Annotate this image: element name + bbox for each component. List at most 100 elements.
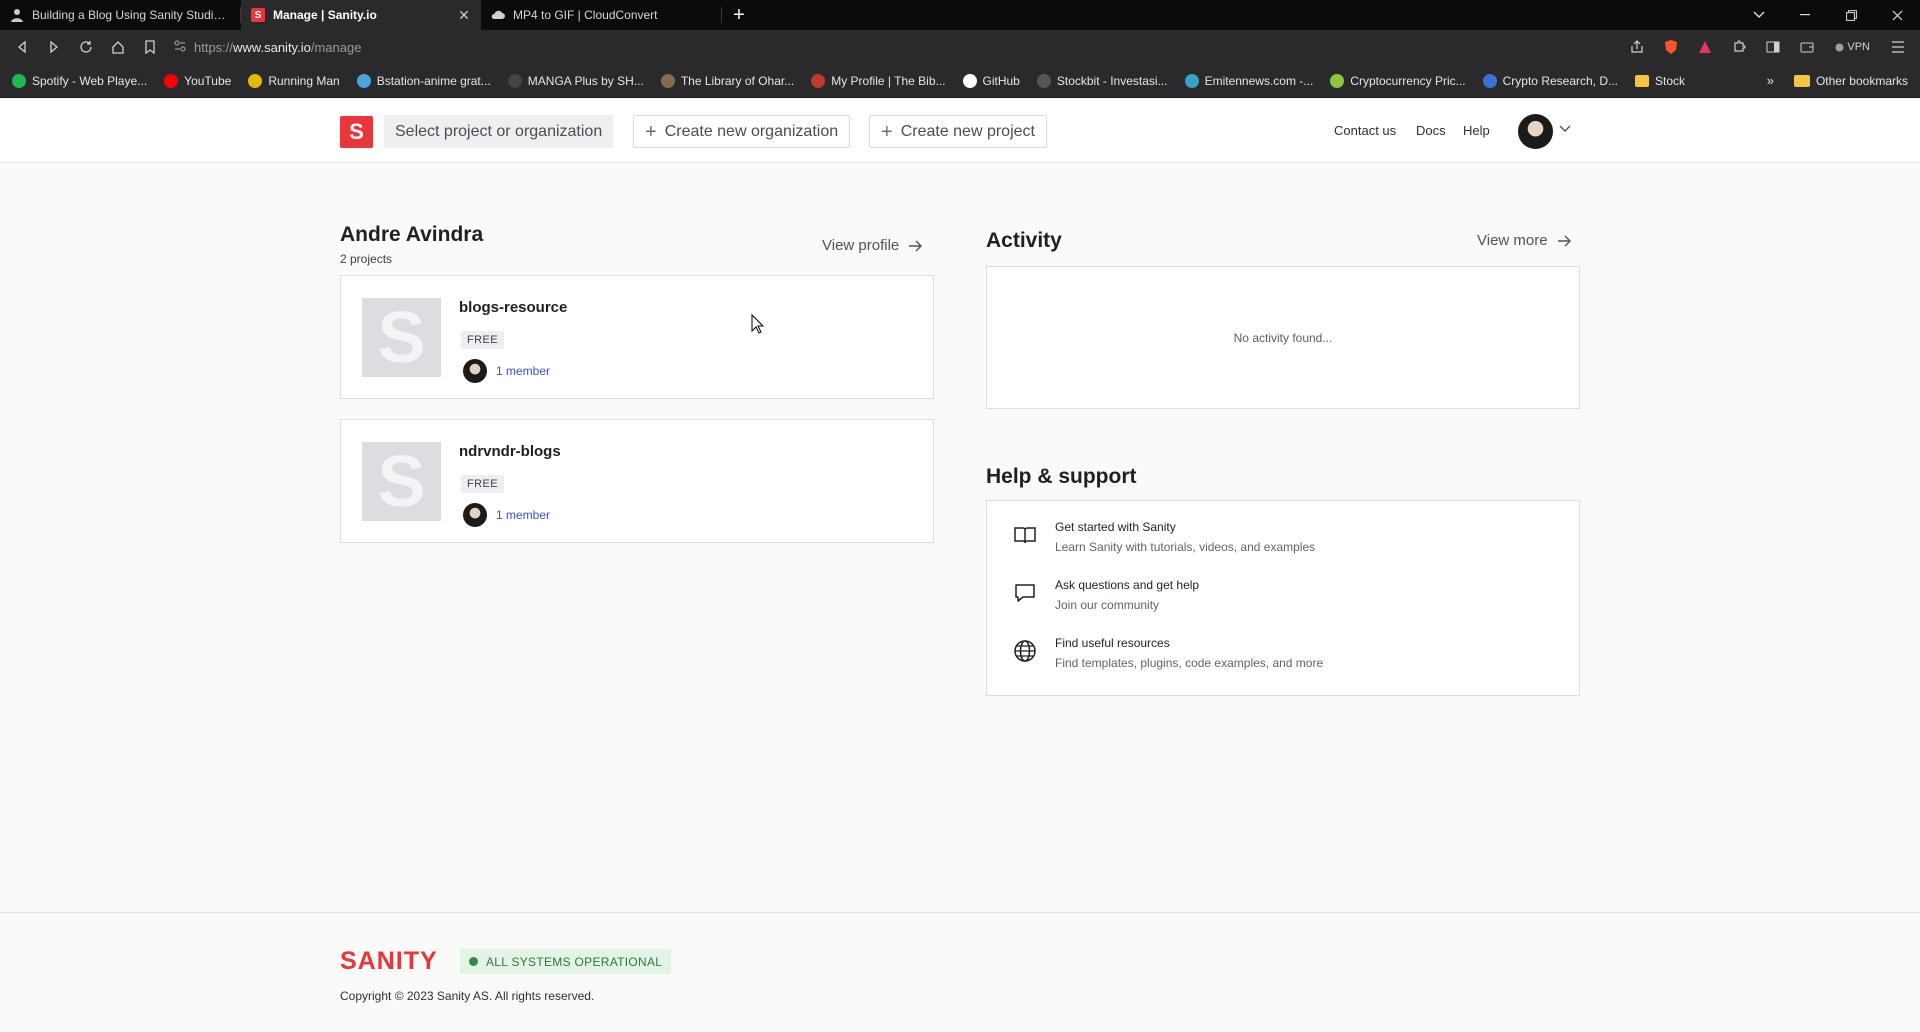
member-avatar <box>463 503 487 527</box>
bookmark-item[interactable]: Stockbit - Investasi... <box>1036 73 1168 88</box>
create-organization-button[interactable]: + Create new organization <box>633 115 851 148</box>
sanity-logo[interactable]: S <box>340 116 373 148</box>
help-item-get-started[interactable]: Get started with Sanity Learn Sanity wit… <box>987 513 1581 561</box>
chevron-down-icon[interactable] <box>1559 122 1571 136</box>
bookmark-favicon-icon <box>248 73 263 88</box>
copyright-text: Copyright © 2023 Sanity AS. All rights r… <box>340 989 595 1003</box>
site-settings-icon[interactable] <box>174 40 186 55</box>
tab-title: MP4 to GIF | CloudConvert <box>513 8 658 22</box>
bookmark-favicon-icon <box>1184 73 1199 88</box>
project-count: 2 projects <box>340 252 393 266</box>
status-label: ALL SYSTEMS OPERATIONAL <box>486 954 663 969</box>
vpn-icon <box>1835 43 1844 51</box>
bookmark-item[interactable]: Bstation-anime grat... <box>356 73 491 88</box>
sidebar-icon[interactable] <box>1759 33 1787 61</box>
url-path: /manage <box>310 39 362 55</box>
bookmark-favicon-icon <box>962 73 977 88</box>
bookmark-item[interactable]: Spotify - Web Playe... <box>12 73 148 88</box>
minimize-icon[interactable] <box>1782 0 1828 30</box>
brave-rewards-icon[interactable] <box>1691 33 1719 61</box>
address-bar[interactable]: https://www.sanity.io/manage <box>168 34 1619 60</box>
view-more-link[interactable]: View more <box>1477 232 1571 249</box>
bookmark-label: Cryptocurrency Pric... <box>1350 73 1466 88</box>
browser-tab-sanity[interactable]: S Manage | Sanity.io ✕ <box>241 0 481 30</box>
bookmark-item[interactable]: My Profile | The Bib... <box>811 73 946 88</box>
view-profile-link[interactable]: View profile <box>822 237 923 254</box>
help-item-find-resources[interactable]: Find useful resources Find templates, pl… <box>987 629 1581 677</box>
restore-icon[interactable] <box>1828 0 1874 30</box>
app-header: S Select project or organization + Creat… <box>0 99 1920 163</box>
browser-tab-blog[interactable]: Building a Blog Using Sanity Studio V3 <box>0 0 240 30</box>
browser-toolbar: https://www.sanity.io/manage VPN <box>0 30 1920 64</box>
bookmark-item[interactable]: YouTube <box>164 73 231 88</box>
plus-icon: + <box>645 120 657 143</box>
other-bookmarks-label: Other bookmarks <box>1815 73 1908 88</box>
view-profile-label: View profile <box>822 237 900 254</box>
project-name[interactable]: ndrvndr-blogs <box>459 443 561 460</box>
help-item-ask-questions[interactable]: Ask questions and get help Join our comm… <box>987 571 1581 619</box>
forward-icon[interactable] <box>40 33 68 61</box>
plan-badge: FREE <box>461 331 504 349</box>
select-project-button[interactable]: Select project or organization <box>384 115 614 148</box>
bookmark-item[interactable]: Emitennews.com -... <box>1184 73 1313 88</box>
bookmark-item[interactable]: Stock <box>1635 74 1685 88</box>
view-more-label: View more <box>1477 232 1548 249</box>
bookmark-label: My Profile | The Bib... <box>831 73 946 88</box>
project-card-blogs-resource[interactable]: S blogs-resource FREE 1 member <box>340 275 934 399</box>
status-badge[interactable]: ALL SYSTEMS OPERATIONAL <box>460 949 672 974</box>
back-icon[interactable] <box>8 33 36 61</box>
sanity-wordmark[interactable]: SANITY <box>340 947 438 976</box>
bookmarks-bar: Spotify - Web Playe... YouTube Running Man… <box>0 64 1920 98</box>
project-name[interactable]: blogs-resource <box>459 299 567 316</box>
extensions-icon[interactable] <box>1725 33 1753 61</box>
help-link[interactable]: Help <box>1463 123 1490 138</box>
help-support-panel: Get started with Sanity Learn Sanity wit… <box>986 500 1580 696</box>
reload-icon[interactable] <box>72 33 100 61</box>
create-project-label: Create new project <box>900 122 1035 140</box>
globe-icon <box>1014 640 1036 662</box>
contact-us-link[interactable]: Contact us <box>1334 123 1396 138</box>
menu-icon[interactable] <box>1884 33 1912 61</box>
brave-shield-icon[interactable] <box>1657 33 1685 61</box>
new-tab-button[interactable]: + <box>722 0 756 30</box>
other-bookmarks-folder[interactable]: Other bookmarks <box>1793 73 1908 88</box>
create-project-button[interactable]: + Create new project <box>869 115 1047 148</box>
avatar[interactable] <box>1518 114 1553 149</box>
member-count: 1 member <box>496 508 551 522</box>
bookmark-icon[interactable] <box>136 33 164 61</box>
bookmark-item[interactable]: Cryptocurrency Pric... <box>1330 73 1466 88</box>
share-icon[interactable] <box>1623 33 1651 61</box>
help-item-title: Ask questions and get help <box>1055 578 1200 592</box>
sanity-manage-page: S Select project or organization + Creat… <box>0 99 1920 1032</box>
bookmark-label: GitHub <box>982 73 1020 88</box>
url-text[interactable]: https://www.sanity.io/manage <box>194 40 361 55</box>
bookmark-favicon-icon <box>660 73 675 88</box>
person-icon <box>10 8 24 22</box>
tab-search-chevron-icon[interactable] <box>1736 0 1782 30</box>
activity-title: Activity <box>986 229 1062 252</box>
bookmarks-overflow-button[interactable]: » <box>1767 73 1774 88</box>
close-icon[interactable]: ✕ <box>457 7 471 24</box>
bookmark-item[interactable]: GitHub <box>962 73 1020 88</box>
close-window-icon[interactable] <box>1874 0 1920 30</box>
help-item-title: Get started with Sanity <box>1055 520 1176 534</box>
wallet-icon[interactable] <box>1793 33 1821 61</box>
bookmark-item[interactable]: The Library of Ohar... <box>660 73 794 88</box>
book-icon <box>1014 527 1036 544</box>
home-icon[interactable] <box>104 33 132 61</box>
bookmark-item[interactable]: MANGA Plus by SH... <box>507 73 644 88</box>
docs-link[interactable]: Docs <box>1416 123 1446 138</box>
project-thumbnail: S <box>362 442 441 522</box>
project-card-ndrvndr-blogs[interactable]: S ndrvndr-blogs FREE 1 member <box>340 419 934 543</box>
bookmark-item[interactable]: Crypto Research, D... <box>1482 73 1619 88</box>
bookmark-label: Spotify - Web Playe... <box>32 73 148 88</box>
bookmark-favicon-icon <box>356 73 371 88</box>
bookmark-label: Crypto Research, D... <box>1502 73 1619 88</box>
bookmark-item[interactable]: Running Man <box>248 73 340 88</box>
bookmark-favicon-icon <box>164 73 179 88</box>
member-count: 1 member <box>496 364 551 378</box>
vpn-button[interactable]: VPN <box>1827 41 1878 53</box>
window-controls <box>1736 0 1920 30</box>
browser-tab-cloudconvert[interactable]: MP4 to GIF | CloudConvert <box>481 0 721 30</box>
browser-tabstrip: Building a Blog Using Sanity Studio V3 S… <box>0 0 1920 30</box>
